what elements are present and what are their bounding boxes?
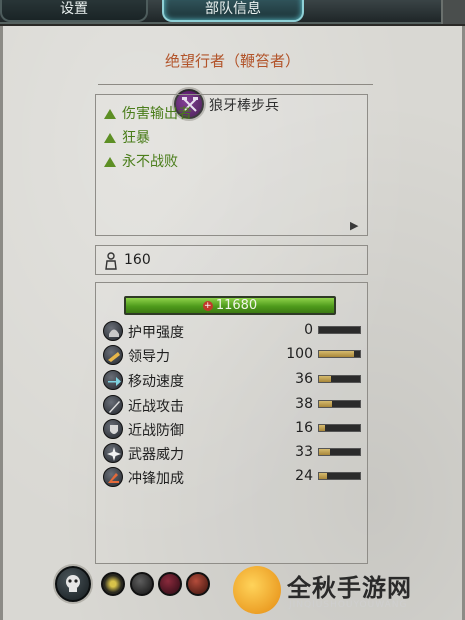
stat-bar [318, 400, 361, 408]
trait-label: 伤害输出者 [122, 106, 192, 122]
title-divider [98, 84, 373, 85]
traits-box: 伤害输出者 狂暴 永不战败 ▶ [95, 94, 368, 236]
triangle-icon [104, 109, 116, 119]
site-watermark: 全秋手游网 JINQIUSHOUYOUWANG [233, 563, 465, 620]
health-value: 11680 [215, 298, 258, 313]
tab-unit-info[interactable]: 部队信息 [162, 0, 304, 22]
shield-icon [103, 419, 123, 439]
stat-bar-fill [319, 376, 332, 382]
tab-settings[interactable]: 设置 [0, 0, 148, 22]
stat-row[interactable]: 近战防御 16 [103, 419, 361, 439]
stat-value: 38 [295, 396, 313, 412]
expand-arrow-icon[interactable]: ▶ [350, 220, 362, 232]
trait-item[interactable]: 伤害输出者 [104, 103, 192, 123]
stat-label: 领导力 [128, 349, 170, 365]
stat-bar [318, 424, 361, 432]
stat-row[interactable]: 武器威力 33 [103, 443, 361, 463]
stat-label: 近战攻击 [128, 399, 184, 415]
charge-icon [103, 467, 123, 487]
men-count-box: 160 [95, 245, 368, 275]
stat-row[interactable]: 冲锋加成 24 [103, 467, 361, 487]
stat-row[interactable]: 近战攻击 38 [103, 395, 361, 415]
stat-label: 护甲强度 [128, 325, 184, 341]
stat-bar [318, 375, 361, 383]
stat-label: 移动速度 [128, 374, 184, 390]
eye-icon[interactable] [101, 572, 125, 596]
stat-value: 0 [304, 322, 313, 338]
trait-label: 永不战败 [122, 154, 178, 170]
watermark-logo-icon [233, 566, 281, 614]
soldier-icon [105, 252, 117, 270]
stat-bar [318, 350, 361, 358]
sword-icon [103, 395, 123, 415]
stat-bar [318, 472, 361, 480]
stat-bar [318, 326, 361, 334]
dark-orb-icon[interactable] [130, 572, 154, 596]
stat-value: 100 [286, 346, 313, 362]
horn-icon [103, 345, 123, 365]
speed-arrow-icon [103, 370, 123, 390]
health-bar[interactable]: +11680 [124, 296, 336, 315]
trait-item[interactable]: 永不战败 [104, 151, 178, 171]
stat-row[interactable]: 移动速度 36 [103, 370, 361, 390]
helmet-icon [103, 321, 123, 341]
unit-ability-icon[interactable] [55, 566, 91, 602]
stat-bar-fill [319, 449, 331, 455]
stat-bar-fill [319, 425, 325, 431]
health-plus-icon: + [202, 301, 213, 311]
health-readout: +11680 [126, 298, 334, 313]
unit-title: 绝望行者（鞭笞者） [164, 52, 300, 70]
burst-icon [103, 443, 123, 463]
stat-label: 冲锋加成 [128, 471, 184, 487]
stat-label: 近战防御 [128, 423, 184, 439]
top-right-ornament [441, 0, 465, 24]
stat-row[interactable]: 护甲强度 0 [103, 321, 361, 341]
stat-row[interactable]: 领导力 100 [103, 345, 361, 365]
watermark-text: 全秋手游网 [287, 573, 412, 602]
men-count: 160 [124, 252, 151, 268]
stat-value: 24 [295, 468, 313, 484]
watermark-subtext: JINQIUSHOUYOUWANG [289, 600, 408, 610]
top-tab-bar: 设置 部队信息 [0, 0, 465, 24]
trait-item[interactable]: 狂暴 [104, 127, 150, 147]
stat-bar-fill [319, 401, 333, 407]
stat-value: 16 [295, 420, 313, 436]
stat-bar-fill [319, 473, 328, 479]
stat-value: 33 [295, 444, 313, 460]
trait-label: 狂暴 [122, 130, 150, 146]
stat-value: 36 [295, 371, 313, 387]
triangle-icon [104, 157, 116, 167]
triangle-icon [104, 133, 116, 143]
stat-bar [318, 448, 361, 456]
claw-icon[interactable] [158, 572, 182, 596]
fist-icon[interactable] [186, 572, 210, 596]
stat-bar-fill [319, 351, 354, 357]
stat-label: 武器威力 [128, 447, 184, 463]
